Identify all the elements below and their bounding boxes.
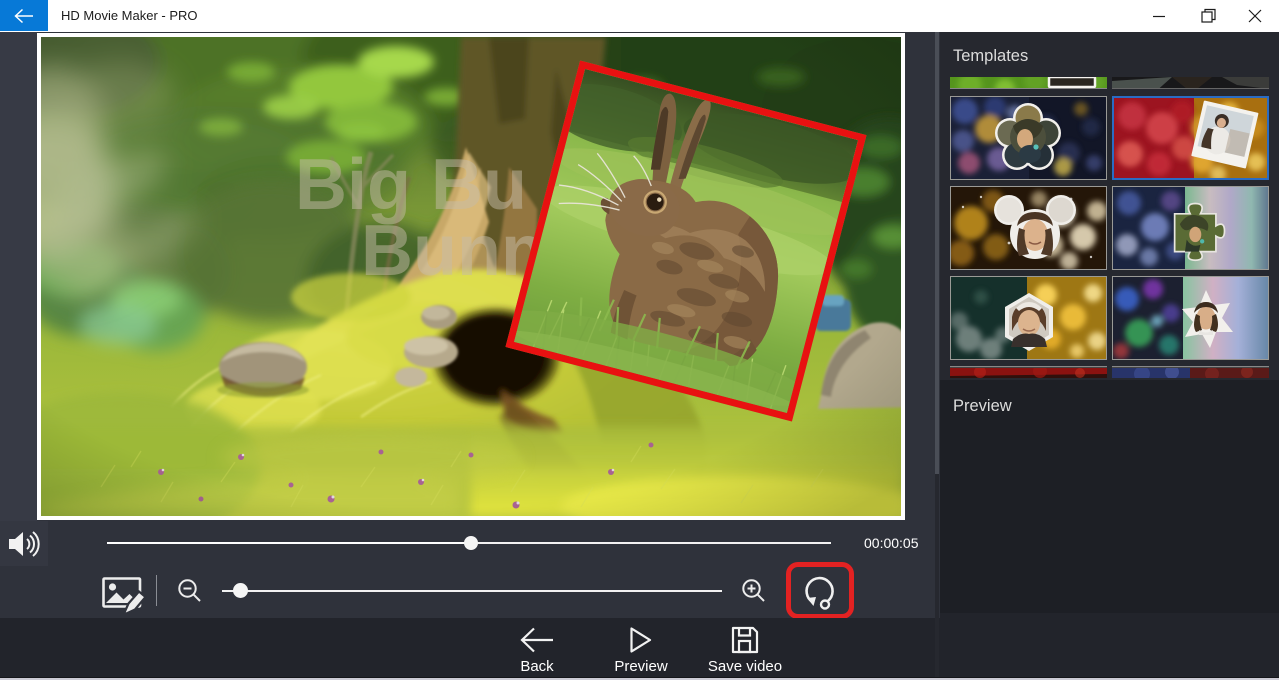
svg-text:Bunn: Bunn	[361, 211, 545, 291]
